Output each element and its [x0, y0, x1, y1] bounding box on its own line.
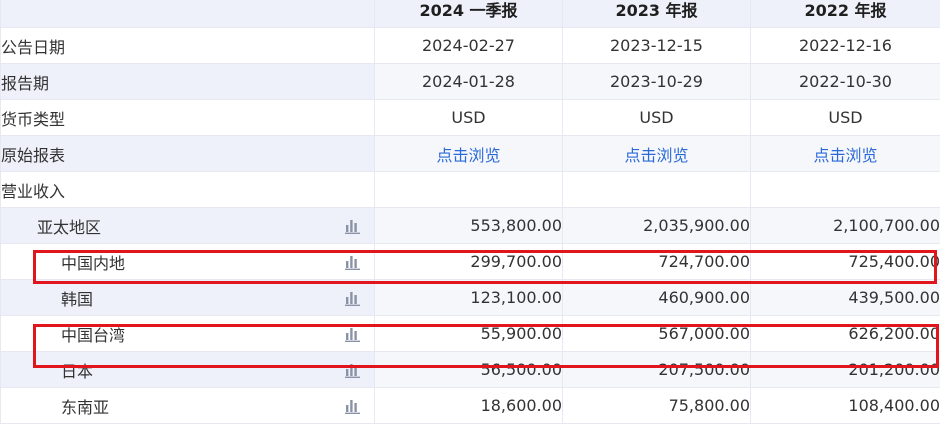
bar-chart-icon[interactable]	[345, 290, 361, 306]
region-row: 中国内地 299,700.00 724,700.00 725,400.00	[0, 243, 940, 280]
revenue-value-cell: 725,400.00	[750, 243, 940, 280]
empty-cell	[750, 171, 940, 208]
region-label: 亚太地区	[37, 217, 102, 237]
value-cell: 2022-12-16	[750, 27, 940, 64]
region-row: 韩国 123,100.00 460,900.00 439,500.00	[0, 279, 940, 316]
empty-cell	[374, 171, 563, 208]
announce-date-row: 公告日期 2024-02-27 2023-12-15 2022-12-16	[0, 27, 940, 64]
bar-chart-icon[interactable]	[345, 254, 361, 270]
value-cell: USD	[374, 99, 563, 136]
revenue-value-cell: 123,100.00	[374, 279, 563, 316]
revenue-breakdown-table: 2024 一季报 2023 年报 2022 年报 公告日期 2024-02-27…	[0, 0, 940, 424]
value-cell: 2024-01-28	[374, 63, 563, 100]
value-cell: 2022-10-30	[750, 63, 940, 100]
original-report-row: 原始报表 点击浏览 点击浏览 点击浏览	[0, 135, 940, 172]
revenue-value-cell: 626,200.00	[750, 315, 940, 352]
region-label: 韩国	[61, 289, 94, 309]
row-label-cell: 中国台湾	[0, 315, 375, 352]
value-cell: USD	[750, 99, 940, 136]
revenue-section-row: 营业收入	[0, 171, 940, 208]
region-row: 东南亚 18,600.00 75,800.00 108,400.00	[0, 387, 940, 424]
view-report-link[interactable]: 点击浏览	[374, 135, 563, 172]
revenue-value-cell: 55,900.00	[374, 315, 563, 352]
value-cell: 2023-10-29	[562, 63, 751, 100]
revenue-value-cell: 56,500.00	[374, 351, 563, 388]
report-period-row: 报告期 2024-01-28 2023-10-29 2022-10-30	[0, 63, 940, 100]
empty-cell	[562, 171, 751, 208]
header-row: 2024 一季报 2023 年报 2022 年报	[0, 0, 940, 28]
revenue-value-cell: 201,200.00	[750, 351, 940, 388]
header-period-2023: 2023 年报	[562, 0, 751, 28]
region-row: 亚太地区 553,800.00 2,035,900.00 2,100,700.00	[0, 207, 940, 244]
revenue-value-cell: 207,500.00	[562, 351, 751, 388]
revenue-value-cell: 18,600.00	[374, 387, 563, 424]
row-label-cell: 日本	[0, 351, 375, 388]
revenue-value-cell: 299,700.00	[374, 243, 563, 280]
row-label: 原始报表	[0, 135, 375, 172]
view-report-link[interactable]: 点击浏览	[750, 135, 940, 172]
region-label: 中国内地	[61, 253, 126, 273]
bar-chart-icon[interactable]	[345, 362, 361, 378]
region-label: 日本	[61, 361, 94, 381]
region-row: 中国台湾 55,900.00 567,000.00 626,200.00	[0, 315, 940, 352]
revenue-value-cell: 553,800.00	[374, 207, 563, 244]
revenue-value-cell: 75,800.00	[562, 387, 751, 424]
region-row: 日本 56,500.00 207,500.00 201,200.00	[0, 351, 940, 388]
region-label: 东南亚	[61, 397, 110, 417]
row-label-cell: 韩国	[0, 279, 375, 316]
row-label-cell: 东南亚	[0, 387, 375, 424]
revenue-value-cell: 2,035,900.00	[562, 207, 751, 244]
revenue-value-cell: 567,000.00	[562, 315, 751, 352]
row-label-cell: 中国内地	[0, 243, 375, 280]
revenue-value-cell: 460,900.00	[562, 279, 751, 316]
bar-chart-icon[interactable]	[345, 326, 361, 342]
header-label-cell	[0, 0, 375, 28]
revenue-value-cell: 108,400.00	[750, 387, 940, 424]
value-cell: 2024-02-27	[374, 27, 563, 64]
value-cell: USD	[562, 99, 751, 136]
bar-chart-icon[interactable]	[345, 398, 361, 414]
region-label: 中国台湾	[61, 325, 126, 345]
revenue-value-cell: 724,700.00	[562, 243, 751, 280]
row-label-cell: 亚太地区	[0, 207, 375, 244]
currency-row: 货币类型 USD USD USD	[0, 99, 940, 136]
row-label: 公告日期	[0, 27, 375, 64]
row-label: 货币类型	[0, 99, 375, 136]
bar-chart-icon[interactable]	[345, 218, 361, 234]
header-period-2024q1: 2024 一季报	[374, 0, 563, 28]
view-report-link[interactable]: 点击浏览	[562, 135, 751, 172]
financial-table-view: 2024 一季报 2023 年报 2022 年报 公告日期 2024-02-27…	[0, 0, 940, 436]
revenue-value-cell: 2,100,700.00	[750, 207, 940, 244]
section-label: 营业收入	[0, 171, 375, 208]
value-cell: 2023-12-15	[562, 27, 751, 64]
row-label: 报告期	[0, 63, 375, 100]
revenue-value-cell: 439,500.00	[750, 279, 940, 316]
header-period-2022: 2022 年报	[750, 0, 940, 28]
